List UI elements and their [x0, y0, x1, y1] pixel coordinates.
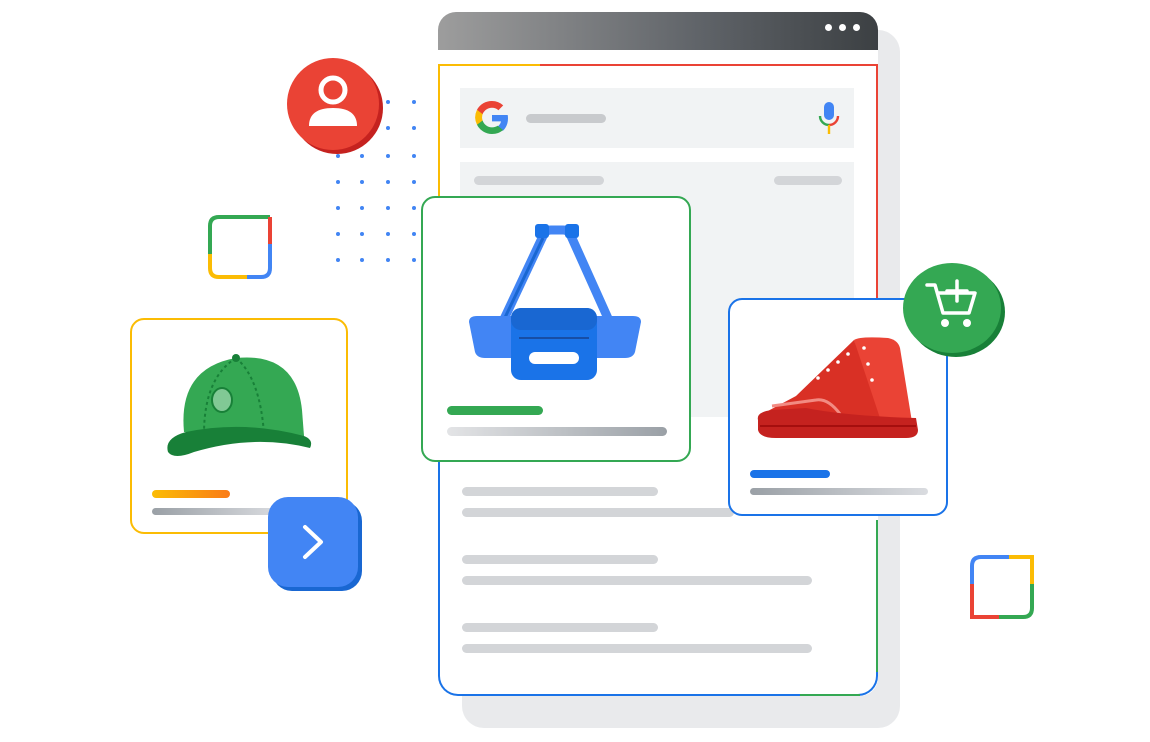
microphone-icon[interactable] — [816, 100, 842, 136]
google-g-logo-icon — [475, 100, 508, 134]
text-placeholder — [774, 176, 842, 185]
green-cap-icon — [167, 354, 312, 456]
price-bar — [152, 490, 230, 498]
frame-edge — [438, 460, 440, 674]
frame-edge — [438, 64, 440, 214]
frame-edge — [876, 520, 878, 674]
text-placeholder — [462, 576, 812, 585]
next-button[interactable] — [268, 497, 358, 587]
decorative-frame-icon — [208, 215, 272, 279]
decorative-frame-icon — [970, 555, 1034, 619]
red-sneaker-icon — [757, 337, 918, 438]
text-placeholder — [462, 644, 812, 653]
person-avatar-icon — [309, 75, 357, 126]
frame-edge — [876, 64, 878, 304]
text-placeholder — [462, 487, 658, 496]
add-to-cart-button[interactable] — [903, 263, 1001, 353]
search-bar[interactable] — [460, 88, 854, 148]
frame-edge — [438, 672, 878, 696]
text-placeholder — [462, 623, 658, 632]
chevron-right-icon — [303, 525, 323, 559]
title-bar — [152, 508, 280, 515]
title-bar — [750, 488, 928, 495]
add-to-cart-icon — [925, 279, 977, 327]
text-placeholder — [462, 508, 734, 517]
price-bar — [750, 470, 830, 478]
search-input[interactable] — [526, 114, 606, 123]
text-placeholder — [474, 176, 604, 185]
frame-edge — [438, 64, 540, 66]
title-bar — [447, 427, 667, 436]
frame-edge — [800, 694, 860, 696]
price-bar — [447, 406, 543, 415]
user-account-button[interactable] — [287, 58, 379, 150]
product-card-bag[interactable] — [421, 196, 691, 462]
text-placeholder — [462, 555, 658, 564]
shoulder-bag-icon — [469, 224, 641, 380]
browser-title-bar — [438, 12, 878, 50]
frame-edge — [540, 64, 878, 66]
more-horizontal-icon[interactable] — [825, 24, 860, 31]
